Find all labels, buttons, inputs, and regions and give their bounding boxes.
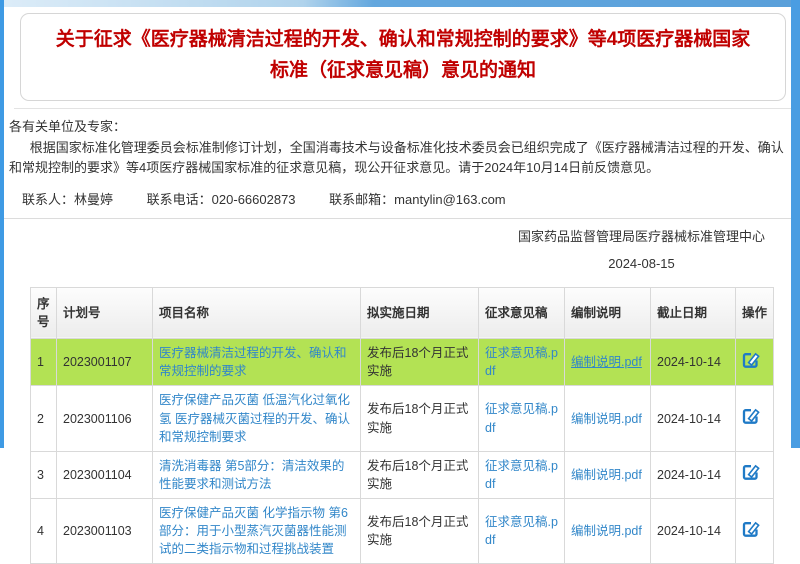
edit-icon — [742, 351, 760, 369]
notice-title-box: 关于征求《医疗器械清洁过程的开发、确认和常规控制的要求》等4项医疗器械国家标准（… — [20, 13, 786, 101]
contact-phone: 联系电话：020-66602873 — [147, 192, 296, 207]
contact-email: 联系邮箱：mantylin@163.com — [329, 192, 505, 207]
draft-pdf-link[interactable]: 征求意见稿.pdf — [485, 402, 558, 434]
table-header-row: 序号 计划号 项目名称 拟实施日期 征求意见稿 编制说明 截止日期 操作 — [31, 287, 774, 338]
edit-icon — [742, 407, 760, 425]
project-name-link[interactable]: 医疗保健产品灭菌 低温汽化过氧化氢 医疗器械灭菌过程的开发、确认和常规控制要求 — [159, 393, 350, 443]
signature-date: 2024-08-15 — [518, 255, 765, 273]
signature-org: 国家药品监督管理局医疗器械标准管理中心 — [518, 228, 765, 246]
edit-button[interactable] — [742, 520, 760, 538]
row-index: 2 — [31, 386, 57, 451]
project-name-link[interactable]: 医疗保健产品灭菌 化学指示物 第6部分：用于小型蒸汽灭菌器性能测试的二类指示物和… — [159, 506, 348, 556]
table-row[interactable]: 3 2023001104 清洗消毒器 第5部分：清洁效果的性能要求和测试方法 发… — [31, 451, 774, 498]
draft-pdf-link[interactable]: 征求意见稿.pdf — [485, 459, 558, 491]
plan-number: 2023001103 — [57, 499, 153, 564]
header-index: 序号 — [31, 287, 57, 338]
table-row[interactable]: 1 2023001107 医疗器械清洁过程的开发、确认和常规控制的要求 发布后1… — [31, 339, 774, 386]
project-name-link[interactable]: 清洗消毒器 第5部分：清洁效果的性能要求和测试方法 — [159, 459, 344, 491]
body-paragraph: 根据国家标准化管理委员会标准制修订计划，全国消毒技术与设备标准化技术委员会已组织… — [9, 138, 787, 177]
table-row[interactable]: 4 2023001103 医疗保健产品灭菌 化学指示物 第6部分：用于小型蒸汽灭… — [31, 499, 774, 564]
salutation: 各有关单位及专家： — [9, 117, 787, 137]
contact-person: 联系人：林曼婷 — [22, 192, 113, 207]
plan-number: 2023001104 — [57, 451, 153, 498]
row-index: 4 — [31, 499, 57, 564]
deadline-date: 2024-10-14 — [651, 451, 736, 498]
explanation-pdf-link[interactable]: 编制说明.pdf — [571, 524, 642, 538]
signature-block: 国家药品监督管理局医疗器械标准管理中心 2024-08-15 — [4, 228, 791, 273]
window-top-strip — [4, 0, 791, 7]
explanation-pdf-link[interactable]: 编制说明.pdf — [571, 468, 642, 482]
header-project-name: 项目名称 — [153, 287, 361, 338]
edit-button[interactable] — [742, 351, 760, 369]
header-implementation-date: 拟实施日期 — [361, 287, 479, 338]
notice-page: { "page": { "title": "关于征求《医疗器械清洁过程的开发、确… — [0, 0, 800, 448]
implementation-date: 发布后18个月正式实施 — [361, 499, 479, 564]
header-explanation: 编制说明 — [565, 287, 651, 338]
deadline-date: 2024-10-14 — [651, 499, 736, 564]
draft-pdf-link[interactable]: 征求意见稿.pdf — [485, 515, 558, 547]
edit-button[interactable] — [742, 407, 760, 425]
notice-body: 各有关单位及专家： 根据国家标准化管理委员会标准制修订计划，全国消毒技术与设备标… — [4, 109, 791, 210]
header-deadline: 截止日期 — [651, 287, 736, 338]
draft-pdf-link[interactable]: 征求意见稿.pdf — [485, 346, 558, 378]
implementation-date: 发布后18个月正式实施 — [361, 339, 479, 386]
explanation-pdf-link[interactable]: 编制说明.pdf — [571, 355, 642, 369]
row-index: 1 — [31, 339, 57, 386]
explanation-pdf-link[interactable]: 编制说明.pdf — [571, 412, 642, 426]
project-name-link[interactable]: 医疗器械清洁过程的开发、确认和常规控制的要求 — [159, 346, 347, 378]
row-index: 3 — [31, 451, 57, 498]
header-plan-number: 计划号 — [57, 287, 153, 338]
implementation-date: 发布后18个月正式实施 — [361, 451, 479, 498]
section-divider — [4, 218, 791, 219]
header-draft: 征求意见稿 — [479, 287, 565, 338]
edit-icon — [742, 463, 760, 481]
edit-button[interactable] — [742, 463, 760, 481]
edit-icon — [742, 520, 760, 538]
plan-number: 2023001106 — [57, 386, 153, 451]
header-actions: 操作 — [736, 287, 774, 338]
deadline-date: 2024-10-14 — [651, 339, 736, 386]
implementation-date: 发布后18个月正式实施 — [361, 386, 479, 451]
table-row[interactable]: 2 2023001106 医疗保健产品灭菌 低温汽化过氧化氢 医疗器械灭菌过程的… — [31, 386, 774, 451]
plan-number: 2023001107 — [57, 339, 153, 386]
page-title: 关于征求《医疗器械清洁过程的开发、确认和常规控制的要求》等4项医疗器械国家标准（… — [47, 25, 759, 87]
deadline-date: 2024-10-14 — [651, 386, 736, 451]
contact-line: 联系人：林曼婷 联系电话：020-66602873 联系邮箱：mantylin@… — [9, 190, 787, 210]
standards-table: 序号 计划号 项目名称 拟实施日期 征求意见稿 编制说明 截止日期 操作 1 2… — [30, 287, 774, 564]
